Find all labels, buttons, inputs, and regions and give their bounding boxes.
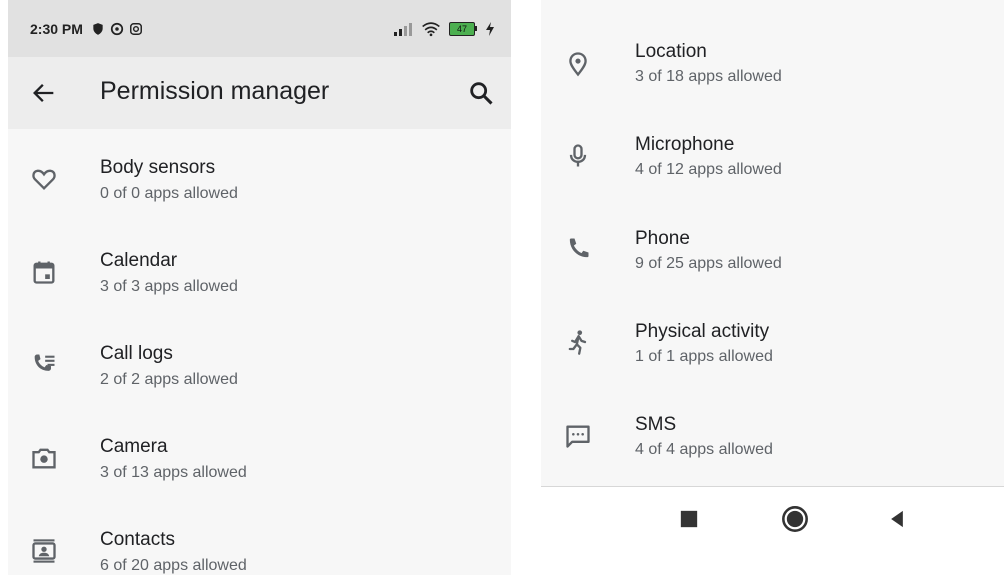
data-saver-icon [110,22,124,35]
heart-icon [32,169,56,190]
left-screen: 2:30 PM 47 Permission manager Body senso… [8,0,511,575]
signal-icon [394,22,412,36]
status-bar: 2:30 PM 47 [8,0,511,57]
back-triangle-icon[interactable] [883,505,911,533]
wifi-icon [422,21,440,36]
permission-label: Call logs [100,343,173,364]
battery-indicator: 47 [449,21,477,36]
permission-summary: 6 of 20 apps allowed [100,557,247,574]
permission-label: Phone [635,228,690,249]
permission-summary: 2 of 2 apps allowed [100,371,238,388]
phone-icon [569,238,589,258]
permission-item-contacts[interactable]: Contacts 6 of 20 apps allowed [8,501,511,575]
permission-label: Body sensors [100,157,216,178]
permission-item-location[interactable]: Location 3 of 18 apps allowed [541,20,1004,113]
permission-label: Calendar [100,250,178,271]
permission-label: Location [635,41,707,62]
permission-label: SMS [635,414,677,435]
permission-label: Camera [100,436,168,457]
permission-item-physical-activity[interactable]: Physical activity 1 of 1 apps allowed [541,291,1004,384]
call-log-icon [34,354,55,371]
permission-item-body-sensors[interactable]: Body sensors 0 of 0 apps allowed [8,129,511,222]
permission-item-camera[interactable]: Camera 3 of 13 apps allowed [8,408,511,501]
permission-summary: 0 of 0 apps allowed [100,185,238,202]
permission-item-call-logs[interactable]: Call logs 2 of 2 apps allowed [8,315,511,408]
page-title: Permission manager [100,77,330,105]
permission-summary: 4 of 12 apps allowed [635,161,782,178]
sms-icon [566,425,590,448]
permission-item-microphone[interactable]: Microphone 4 of 12 apps allowed [541,104,1004,197]
battery-level: 47 [449,21,475,36]
permission-summary: 3 of 3 apps allowed [100,278,238,295]
navigation-bar [541,487,1004,575]
permission-summary: 3 of 18 apps allowed [635,68,782,85]
calendar-icon [33,261,55,284]
walking-icon [568,330,587,355]
permission-item-phone[interactable]: Phone 9 of 25 apps allowed [541,198,1004,291]
instagram-icon [129,22,142,35]
permission-summary: 3 of 13 apps allowed [100,464,247,481]
permission-label: Physical activity [635,321,770,342]
charging-icon [486,21,494,36]
microphone-icon [569,144,587,167]
shield-icon [93,22,103,35]
home-circle-icon[interactable] [781,505,809,533]
status-time: 2:30 PM [30,20,83,37]
permission-label: Contacts [100,529,175,550]
permission-item-sms[interactable]: SMS 4 of 4 apps allowed [541,384,1004,477]
permission-item-calendar[interactable]: Calendar 3 of 3 apps allowed [8,222,511,315]
search-icon[interactable] [467,79,495,107]
permission-label: Microphone [635,134,735,155]
recents-square-icon[interactable] [675,505,703,533]
permission-summary: 4 of 4 apps allowed [635,441,773,458]
location-pin-icon [569,52,587,77]
app-bar: Permission manager [8,57,511,129]
permission-summary: 1 of 1 apps allowed [635,348,773,365]
right-screen: Location 3 of 18 apps allowed Microphone… [541,0,1004,486]
permission-summary: 9 of 25 apps allowed [635,255,782,272]
back-arrow-icon[interactable] [30,79,58,107]
camera-icon [32,448,56,469]
contacts-icon [32,539,56,563]
